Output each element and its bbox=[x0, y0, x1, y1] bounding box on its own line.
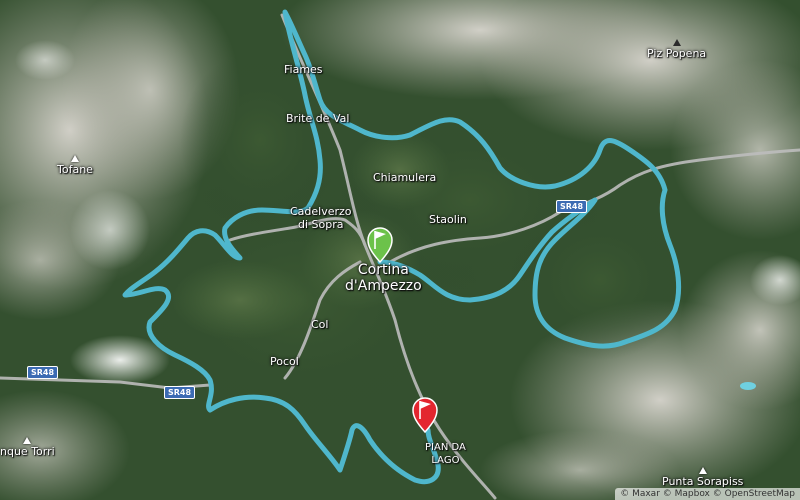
satellite-terrain bbox=[0, 0, 800, 500]
road-shield-sr48-south: SR48 bbox=[164, 386, 196, 399]
map-attribution[interactable]: © Maxar © Mapbox © OpenStreetMap bbox=[615, 488, 800, 500]
map-view[interactable]: Fiames Brite de Val Chiamulera Cadelverz… bbox=[0, 0, 800, 500]
road-shield-sr48-east: SR48 bbox=[556, 200, 588, 213]
road-shield-sr48-west: SR48 bbox=[27, 366, 59, 379]
